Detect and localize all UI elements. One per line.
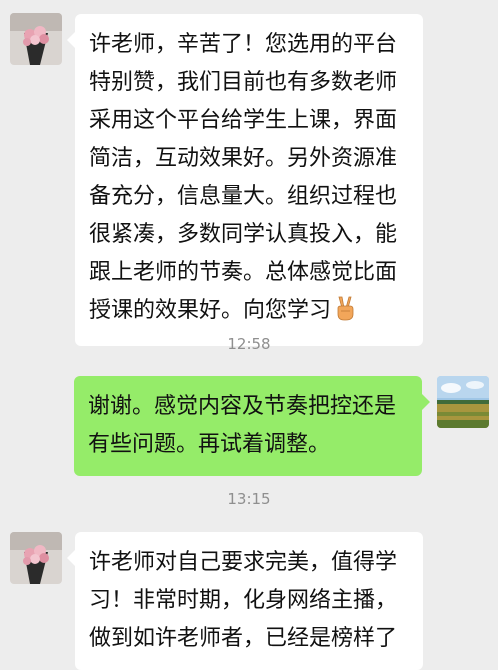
timestamp: 12:58 xyxy=(227,335,271,353)
flower-bouquet-icon xyxy=(10,532,62,584)
message-text: 许老师对自己要求完美，值得学习！非常时期，化身网络主播，做到如许老师者，已经是榜… xyxy=(89,550,398,651)
incoming-message-bubble[interactable]: 许老师，辛苦了！您选用的平台特别赞，我们目前也有多数老师采用这个平台给学生上课，… xyxy=(67,14,423,346)
landscape-photo-icon xyxy=(437,376,489,428)
incoming-message-bubble[interactable]: 许老师对自己要求完美，值得学习！非常时期，化身网络主播，做到如许老师者，已经是榜… xyxy=(67,532,423,670)
flower-bouquet-icon xyxy=(10,13,62,65)
contact-avatar[interactable] xyxy=(10,532,62,584)
contact-avatar[interactable] xyxy=(10,13,62,65)
my-avatar[interactable] xyxy=(437,376,489,428)
message-text: 谢谢。感觉内容及节奏把控还是有些问题。再试着调整。 xyxy=(88,394,397,457)
timestamp: 13:15 xyxy=(227,490,271,508)
chat-thread: 许老师，辛苦了！您选用的平台特别赞，我们目前也有多数老师采用这个平台给学生上课，… xyxy=(0,0,498,670)
victory-hand-icon xyxy=(333,295,357,334)
outgoing-message-bubble[interactable]: 谢谢。感觉内容及节奏把控还是有些问题。再试着调整。 xyxy=(74,376,430,476)
message-text: 许老师，辛苦了！您选用的平台特别赞，我们目前也有多数老师采用这个平台给学生上课，… xyxy=(89,32,398,323)
